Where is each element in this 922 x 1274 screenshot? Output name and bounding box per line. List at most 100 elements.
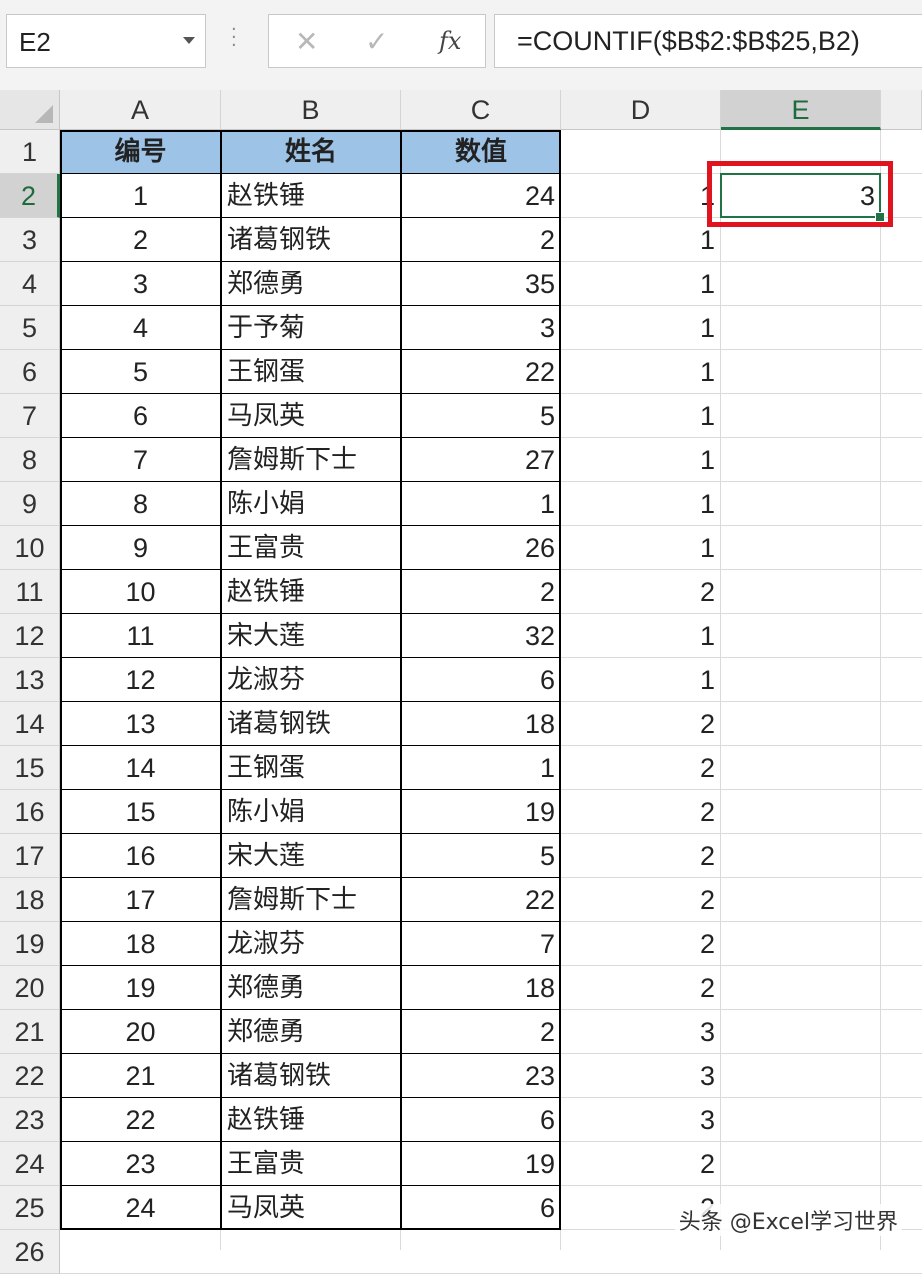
cell-e13[interactable]	[721, 658, 881, 702]
cell-d23[interactable]: 3	[561, 1098, 721, 1142]
row-header-13[interactable]: 13	[0, 658, 60, 702]
cell-b13[interactable]: 龙淑芬	[221, 658, 401, 702]
cell-c22[interactable]: 23	[401, 1054, 561, 1098]
chevron-down-icon[interactable]	[183, 37, 195, 44]
cell-d22[interactable]: 3	[561, 1054, 721, 1098]
cell-e6[interactable]	[721, 350, 881, 394]
cell-c18[interactable]: 22	[401, 878, 561, 922]
cell-e10[interactable]	[721, 526, 881, 570]
cell-b10[interactable]: 王富贵	[221, 526, 401, 570]
header-cell-c[interactable]: 数值	[401, 130, 561, 174]
cell-b9[interactable]: 陈小娟	[221, 482, 401, 526]
row-header-23[interactable]: 23	[0, 1098, 60, 1142]
cell-a13[interactable]: 12	[60, 658, 221, 702]
cell-b17[interactable]: 宋大莲	[221, 834, 401, 878]
cell-e11[interactable]	[721, 570, 881, 614]
cell-c20[interactable]: 18	[401, 966, 561, 1010]
row-header-2[interactable]: 2	[0, 174, 60, 218]
cell-a5[interactable]: 4	[60, 306, 221, 350]
cell-b22[interactable]: 诸葛钢铁	[221, 1054, 401, 1098]
cell-e18[interactable]	[721, 878, 881, 922]
cell-d10[interactable]: 1	[561, 526, 721, 570]
cell-e19[interactable]	[721, 922, 881, 966]
cell-b24[interactable]: 王富贵	[221, 1142, 401, 1186]
cell-d9[interactable]: 1	[561, 482, 721, 526]
cell-b12[interactable]: 宋大莲	[221, 614, 401, 658]
cell-e5[interactable]	[721, 306, 881, 350]
cell-c19[interactable]: 7	[401, 922, 561, 966]
row-header-15[interactable]: 15	[0, 746, 60, 790]
cell-d7[interactable]: 1	[561, 394, 721, 438]
cell-d17[interactable]: 2	[561, 834, 721, 878]
cell-c17[interactable]: 5	[401, 834, 561, 878]
insert-function-fx-icon[interactable]: fx	[439, 27, 461, 55]
cell-a8[interactable]: 7	[60, 438, 221, 482]
column-header-d[interactable]: D	[561, 90, 721, 130]
cell-b6[interactable]: 王钢蛋	[221, 350, 401, 394]
cell-b16[interactable]: 陈小娟	[221, 790, 401, 834]
cell-d14[interactable]: 2	[561, 702, 721, 746]
row-header-3[interactable]: 3	[0, 218, 60, 262]
cell-a14[interactable]: 13	[60, 702, 221, 746]
row-header-1[interactable]: 1	[0, 130, 60, 174]
cell-d18[interactable]: 2	[561, 878, 721, 922]
cell-a12[interactable]: 11	[60, 614, 221, 658]
cell-d12[interactable]: 1	[561, 614, 721, 658]
cell-a2[interactable]: 1	[60, 174, 221, 218]
cell-a3[interactable]: 2	[60, 218, 221, 262]
cell-e22[interactable]	[721, 1054, 881, 1098]
cell-b19[interactable]: 龙淑芬	[221, 922, 401, 966]
row-header-19[interactable]: 19	[0, 922, 60, 966]
cell-b21[interactable]: 郑德勇	[221, 1010, 401, 1054]
more-options-icon[interactable]: · · ·	[231, 21, 237, 55]
row-header-6[interactable]: 6	[0, 350, 60, 394]
row-header-10[interactable]: 10	[0, 526, 60, 570]
cell-c2[interactable]: 24	[401, 174, 561, 218]
cell-c9[interactable]: 1	[401, 482, 561, 526]
cell-a7[interactable]: 6	[60, 394, 221, 438]
row-header-11[interactable]: 11	[0, 570, 60, 614]
row-header-7[interactable]: 7	[0, 394, 60, 438]
row-header-20[interactable]: 20	[0, 966, 60, 1010]
cell-b4[interactable]: 郑德勇	[221, 262, 401, 306]
cell-b25[interactable]: 马凤英	[221, 1186, 401, 1230]
row-header-25[interactable]: 25	[0, 1186, 60, 1230]
cell-a11[interactable]: 10	[60, 570, 221, 614]
cell-c14[interactable]: 18	[401, 702, 561, 746]
row-header-21[interactable]: 21	[0, 1010, 60, 1054]
header-cell-b[interactable]: 姓名	[221, 130, 401, 174]
cell-b14[interactable]: 诸葛钢铁	[221, 702, 401, 746]
cell-c23[interactable]: 6	[401, 1098, 561, 1142]
cell-c7[interactable]: 5	[401, 394, 561, 438]
cell-a20[interactable]: 19	[60, 966, 221, 1010]
cell-e24[interactable]	[721, 1142, 881, 1186]
cell-d4[interactable]: 1	[561, 262, 721, 306]
cancel-x-icon[interactable]: ✕	[295, 25, 318, 58]
cell-c15[interactable]: 1	[401, 746, 561, 790]
cell-e15[interactable]	[721, 746, 881, 790]
cell-c3[interactable]: 2	[401, 218, 561, 262]
cell-c11[interactable]: 2	[401, 570, 561, 614]
row-header-5[interactable]: 5	[0, 306, 60, 350]
cell-b5[interactable]: 于予菊	[221, 306, 401, 350]
cell-d21[interactable]: 3	[561, 1010, 721, 1054]
column-header-e[interactable]: E	[721, 90, 881, 130]
cell-c12[interactable]: 32	[401, 614, 561, 658]
cell-d5[interactable]: 1	[561, 306, 721, 350]
column-header-a[interactable]: A	[60, 90, 221, 130]
cell-c21[interactable]: 2	[401, 1010, 561, 1054]
row-header-4[interactable]: 4	[0, 262, 60, 306]
row-header-24[interactable]: 24	[0, 1142, 60, 1186]
column-header-next[interactable]	[881, 90, 922, 130]
cell-c10[interactable]: 26	[401, 526, 561, 570]
cell-e17[interactable]	[721, 834, 881, 878]
cell-d15[interactable]: 2	[561, 746, 721, 790]
row-header-18[interactable]: 18	[0, 878, 60, 922]
column-header-c[interactable]: C	[401, 90, 561, 130]
cell-d11[interactable]: 2	[561, 570, 721, 614]
cell-e20[interactable]	[721, 966, 881, 1010]
cell-b15[interactable]: 王钢蛋	[221, 746, 401, 790]
cell-c13[interactable]: 6	[401, 658, 561, 702]
formula-text[interactable]: =COUNTIF($B$2:$B$25,B2)	[517, 26, 860, 57]
cell-d6[interactable]: 1	[561, 350, 721, 394]
